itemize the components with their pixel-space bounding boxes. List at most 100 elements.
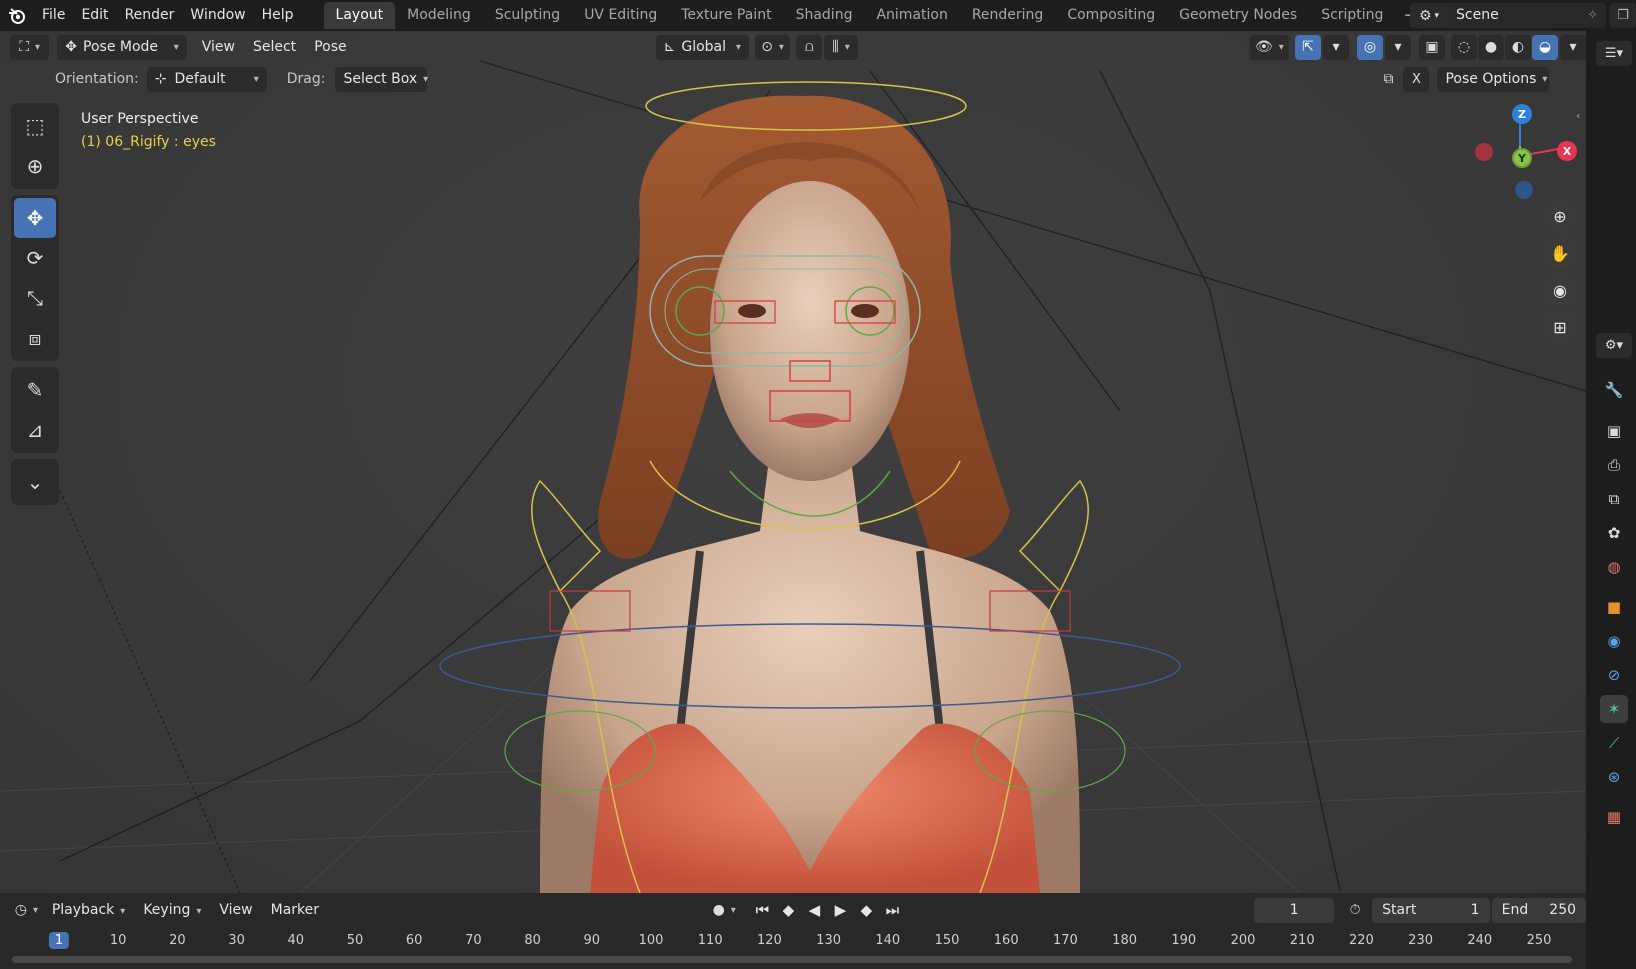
mode-selector[interactable]: ✥ Pose Mode ▾ xyxy=(57,34,187,60)
next-keyframe-icon[interactable]: ◆ xyxy=(856,901,876,919)
frame-ruler[interactable]: 1 10 20 30 40 50 60 70 80 90 100 110 120 130 140 150 160… xyxy=(0,929,1586,953)
shading-dropdown-icon[interactable]: ▾ xyxy=(1560,34,1586,60)
menu-playback[interactable]: Playback ▾ xyxy=(43,902,135,918)
menu-marker[interactable]: Marker xyxy=(262,902,328,918)
tab-uv-editing[interactable]: UV Editing xyxy=(572,2,669,29)
tab-compositing[interactable]: Compositing xyxy=(1055,2,1167,29)
timeline-editor-type-icon[interactable]: ◷ ▾ xyxy=(10,898,43,923)
drag-dropdown[interactable]: Select Box ▾ xyxy=(335,66,428,92)
menu-keying[interactable]: Keying ▾ xyxy=(134,902,210,918)
mirror-icon[interactable]: ⧉ xyxy=(1375,67,1401,92)
start-frame-field[interactable]: Start 1 xyxy=(1372,897,1490,923)
bone-constraint-properties-icon[interactable]: ⊛ xyxy=(1600,763,1628,791)
pivot-point-icon[interactable]: ⊙ ▾ xyxy=(754,34,791,60)
pose-options-dropdown[interactable]: Pose Options ▾ xyxy=(1437,66,1550,92)
menu-edit[interactable]: Edit xyxy=(73,0,116,31)
perspective-toggle-icon[interactable]: ⊞ xyxy=(1543,310,1577,344)
tab-sculpting[interactable]: Sculpting xyxy=(483,2,572,29)
output-properties-icon[interactable]: ⎙ xyxy=(1600,451,1628,479)
menu-render[interactable]: Render xyxy=(117,0,183,31)
previous-keyframe-icon[interactable]: ◆ xyxy=(778,901,798,919)
pose-breakdowner-icon[interactable]: ⌄ xyxy=(14,462,56,502)
stopwatch-icon[interactable]: ⏱ xyxy=(1342,898,1368,923)
armature-properties-icon[interactable]: ✶ xyxy=(1600,695,1628,723)
current-frame-marker[interactable]: 1 xyxy=(48,932,70,949)
gizmo-dropdown-icon[interactable]: ▾ xyxy=(1323,34,1349,60)
gizmo-z-axis[interactable]: Z xyxy=(1512,104,1532,124)
tab-shading[interactable]: Shading xyxy=(784,2,865,29)
cursor-tool-icon[interactable]: ⊕ xyxy=(14,146,56,186)
gizmo-y-axis[interactable]: Y xyxy=(1512,148,1532,168)
gizmo-x-axis[interactable]: X xyxy=(1557,141,1577,161)
play-reverse-icon[interactable]: ◀ xyxy=(804,901,824,919)
blender-logo-icon[interactable] xyxy=(0,0,34,31)
tool-properties-icon[interactable]: 🔧 xyxy=(1600,376,1628,404)
menu-help[interactable]: Help xyxy=(254,0,302,31)
move-tool-icon[interactable]: ✥ xyxy=(14,198,56,238)
tab-geometry-nodes[interactable]: Geometry Nodes xyxy=(1167,2,1309,29)
solid-shading-icon[interactable]: ● xyxy=(1478,34,1504,60)
gizmo-toggle-icon[interactable]: ⇱ xyxy=(1295,34,1321,60)
menu-file[interactable]: File xyxy=(34,0,73,31)
tool-group-pose: ⌄ xyxy=(11,459,59,505)
camera-view-icon[interactable]: ◉ xyxy=(1543,273,1577,307)
material-shading-icon[interactable]: ◐ xyxy=(1505,34,1531,60)
annotate-tool-icon[interactable]: ✎ xyxy=(14,370,56,410)
menu-timeline-view[interactable]: View xyxy=(210,902,261,918)
view-layer-properties-icon[interactable]: ⧉ xyxy=(1600,485,1628,513)
menu-window[interactable]: Window xyxy=(182,0,253,31)
transform-orientation-selector[interactable]: ⊾ Global ▾ xyxy=(655,34,749,60)
outliner-type-icon[interactable]: ☰▾ xyxy=(1596,41,1632,66)
current-frame-field[interactable]: 1 xyxy=(1254,897,1335,923)
scale-tool-icon[interactable]: ⤡ xyxy=(14,278,56,318)
editor-type-icon[interactable]: ⛶ ▾ xyxy=(10,34,50,60)
tab-animation[interactable]: Animation xyxy=(864,2,959,29)
xray-toggle-icon[interactable]: ▣ xyxy=(1419,34,1445,60)
tab-rendering[interactable]: Rendering xyxy=(960,2,1056,29)
menu-view[interactable]: View xyxy=(193,39,244,55)
render-properties-icon[interactable]: ▣ xyxy=(1600,417,1628,445)
texture-properties-icon[interactable]: ▦ xyxy=(1600,803,1628,831)
rotate-tool-icon[interactable]: ⟳ xyxy=(14,238,56,278)
measure-tool-icon[interactable]: ⊿ xyxy=(14,410,56,450)
scene-browse-icon[interactable]: ⚙ ▾ xyxy=(1410,3,1448,28)
properties-type-icon[interactable]: ⚙▾ xyxy=(1596,333,1632,358)
world-properties-icon[interactable]: ◍ xyxy=(1600,553,1628,581)
menu-pose[interactable]: Pose xyxy=(305,39,355,55)
pan-hand-icon[interactable]: ✋ xyxy=(1543,236,1577,270)
end-frame-field[interactable]: End 250 xyxy=(1491,897,1587,923)
select-box-tool-icon[interactable]: ⬚ xyxy=(14,106,56,146)
wireframe-shading-icon[interactable]: ◌ xyxy=(1451,34,1477,60)
rendered-shading-icon[interactable]: ◒ xyxy=(1532,34,1558,60)
timeline-scrollbar[interactable] xyxy=(12,956,1572,963)
overlays-toggle-icon[interactable]: ◎ xyxy=(1357,34,1383,60)
jump-to-start-icon[interactable]: ⏮ xyxy=(752,901,772,919)
snap-icon[interactable]: ⩍ xyxy=(796,34,823,60)
snap-target-icon[interactable]: ⫼ ▾ xyxy=(824,34,858,60)
scene-name-field[interactable]: Scene ✧ xyxy=(1448,3,1606,28)
tab-texture-paint[interactable]: Texture Paint xyxy=(669,2,783,29)
tab-modeling[interactable]: Modeling xyxy=(395,2,483,29)
bone-properties-icon[interactable]: ⟋ xyxy=(1600,729,1628,757)
tab-layout[interactable]: Layout xyxy=(323,2,396,29)
auto-keying-icon[interactable]: ● ▾ xyxy=(706,898,742,923)
object-properties-icon[interactable]: ■ xyxy=(1600,593,1628,621)
x-mirror-toggle[interactable]: X xyxy=(1403,66,1430,92)
menu-select[interactable]: Select xyxy=(244,39,305,55)
gizmo-neg-x-axis[interactable] xyxy=(1475,143,1493,161)
gizmo-neg-z-axis[interactable] xyxy=(1515,181,1533,199)
modifier-properties-icon[interactable]: ◉ xyxy=(1600,627,1628,655)
transform-tool-icon[interactable]: ⧈ xyxy=(14,318,56,358)
3d-viewport[interactable]: ⛶ ▾ ✥ Pose Mode ▾ View Select Pose ⊾ Glob… xyxy=(0,31,1586,893)
orientation-dropdown[interactable]: ⊹ Default ▾ xyxy=(146,66,267,92)
jump-to-end-icon[interactable]: ⏭ xyxy=(882,901,902,919)
overlays-dropdown-icon[interactable]: ▾ xyxy=(1385,34,1411,60)
scene-properties-icon[interactable]: ✿ xyxy=(1600,519,1628,547)
constraint-properties-icon[interactable]: ⊘ xyxy=(1600,661,1628,689)
tab-scripting[interactable]: Scripting xyxy=(1309,2,1395,29)
zoom-icon[interactable]: ⊕ xyxy=(1543,199,1577,233)
visibility-eye-icon[interactable]: 👁 ▾ xyxy=(1249,34,1289,60)
play-icon[interactable]: ▶ xyxy=(830,901,850,919)
pin-icon[interactable]: ✧ xyxy=(1587,3,1598,28)
new-window-icon[interactable]: ❐ xyxy=(1610,3,1636,28)
